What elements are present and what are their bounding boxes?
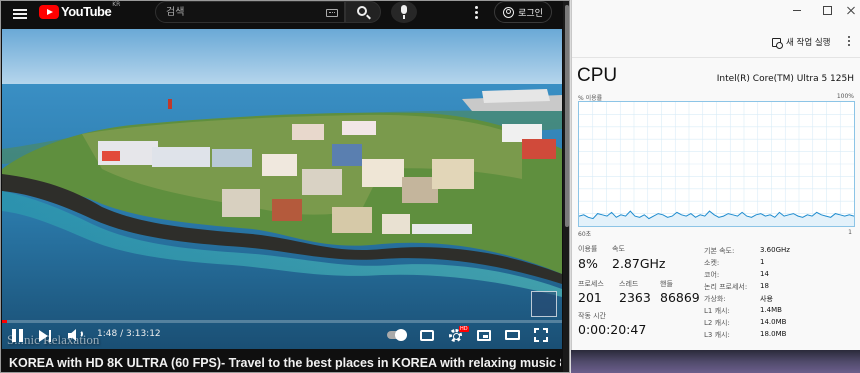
search-button[interactable] (345, 1, 381, 23)
cpu-utilization-graph (578, 101, 855, 227)
cpu-graph-svg (579, 102, 854, 226)
detail-value: 14.0MB (760, 318, 787, 326)
detail-label: L3 캐시: (704, 331, 730, 339)
menu-icon[interactable] (13, 7, 27, 21)
minimize-icon[interactable] (789, 3, 807, 17)
subtitles-icon[interactable] (420, 330, 434, 341)
region-label: KR (112, 1, 121, 8)
utilization-value: 8% (578, 256, 598, 271)
time-display: 1:48 / 3:13:12 (97, 329, 161, 339)
channel-branding-icon[interactable] (531, 291, 557, 317)
graph-time-left: 60초 (578, 231, 592, 238)
utilization-max-label: 100% (836, 93, 854, 100)
threads-value: 2363 (619, 290, 651, 305)
scrollbar-thumb[interactable] (565, 5, 569, 227)
task-manager-window: 새 작업 실행 CPU Intel(R) Core(TM) Ultra 5 12… (571, 0, 860, 350)
progress-bar[interactable] (2, 320, 562, 323)
utilization-label: 이용률 (578, 245, 598, 253)
detail-value: 18 (760, 282, 769, 290)
keyboard-icon[interactable] (326, 9, 338, 17)
login-label: 로그인 (518, 8, 543, 19)
account-icon (503, 6, 515, 18)
page-scrollbar[interactable] (563, 1, 569, 372)
cpu-model: Intel(R) Core(TM) Ultra 5 125H (716, 74, 854, 84)
youtube-window: YouTube KR 로그인 (0, 0, 570, 373)
miniplayer-icon[interactable] (477, 330, 491, 341)
handles-label: 핸들 (660, 280, 673, 288)
logo-text: YouTube (61, 4, 112, 19)
new-task-label: 새 작업 실행 (786, 38, 831, 48)
divider (572, 57, 860, 58)
video-player[interactable]: S...nic Relaxation 1:48 / 3:13:12 HD (2, 29, 562, 349)
detail-value: 1 (760, 258, 765, 266)
hd-badge: HD (459, 326, 469, 332)
detail-label: 소켓: (704, 259, 720, 267)
next-icon[interactable] (39, 328, 53, 344)
youtube-header: YouTube KR 로그인 (1, 1, 563, 29)
handles-value: 86869 (660, 290, 700, 305)
detail-value: 14 (760, 270, 769, 278)
detail-value: 18.0MB (760, 330, 787, 338)
uptime-value: 0:00:20:47 (578, 322, 647, 337)
more-icon[interactable] (848, 36, 852, 48)
desktop-wallpaper-strip (571, 350, 860, 373)
more-options-icon[interactable] (475, 6, 479, 20)
detail-value: 사용 (760, 295, 773, 303)
detail-label: L2 캐시: (704, 319, 730, 327)
video-title: KOREA with HD 8K ULTRA (60 FPS)- Travel … (9, 356, 561, 370)
theater-mode-icon[interactable] (505, 330, 520, 340)
youtube-logo[interactable]: YouTube KR (39, 1, 121, 19)
detail-label: 코어: (704, 271, 720, 279)
search-box (155, 1, 345, 23)
uptime-label: 작동 시간 (578, 312, 606, 320)
youtube-play-icon (39, 4, 59, 19)
autoplay-toggle[interactable] (387, 329, 407, 341)
detail-value: 3.60GHz (760, 246, 790, 254)
detail-value: 1.4MB (760, 306, 782, 314)
pause-icon[interactable] (12, 328, 24, 344)
microphone-icon[interactable] (391, 1, 417, 23)
desktop: YouTube KR 로그인 (0, 0, 860, 373)
new-task-button[interactable]: 새 작업 실행 (772, 36, 831, 49)
login-button[interactable]: 로그인 (494, 1, 552, 23)
player-controls: 1:48 / 3:13:12 HD (2, 325, 562, 349)
speed-label: 속도 (612, 245, 625, 253)
search-input[interactable] (166, 4, 316, 20)
threads-label: 스레드 (619, 280, 639, 288)
close-icon[interactable] (842, 3, 860, 17)
progress-fill (2, 320, 8, 323)
detail-label: 가상화: (704, 295, 726, 303)
processes-label: 프로세스 (578, 280, 604, 288)
search-icon (357, 6, 367, 16)
video-frame (2, 29, 562, 349)
maximize-icon[interactable] (819, 3, 837, 17)
fullscreen-icon[interactable] (534, 328, 548, 342)
processes-value: 201 (578, 290, 602, 305)
new-task-icon (772, 37, 783, 49)
cpu-title: CPU (577, 65, 618, 86)
detail-label: 논리 프로세서: (704, 283, 748, 291)
speed-value: 2.87GHz (612, 256, 666, 271)
detail-label: 기본 속도: (704, 247, 735, 255)
graph-time-right: 1 (848, 229, 852, 236)
detail-label: L1 캐시: (704, 307, 730, 315)
